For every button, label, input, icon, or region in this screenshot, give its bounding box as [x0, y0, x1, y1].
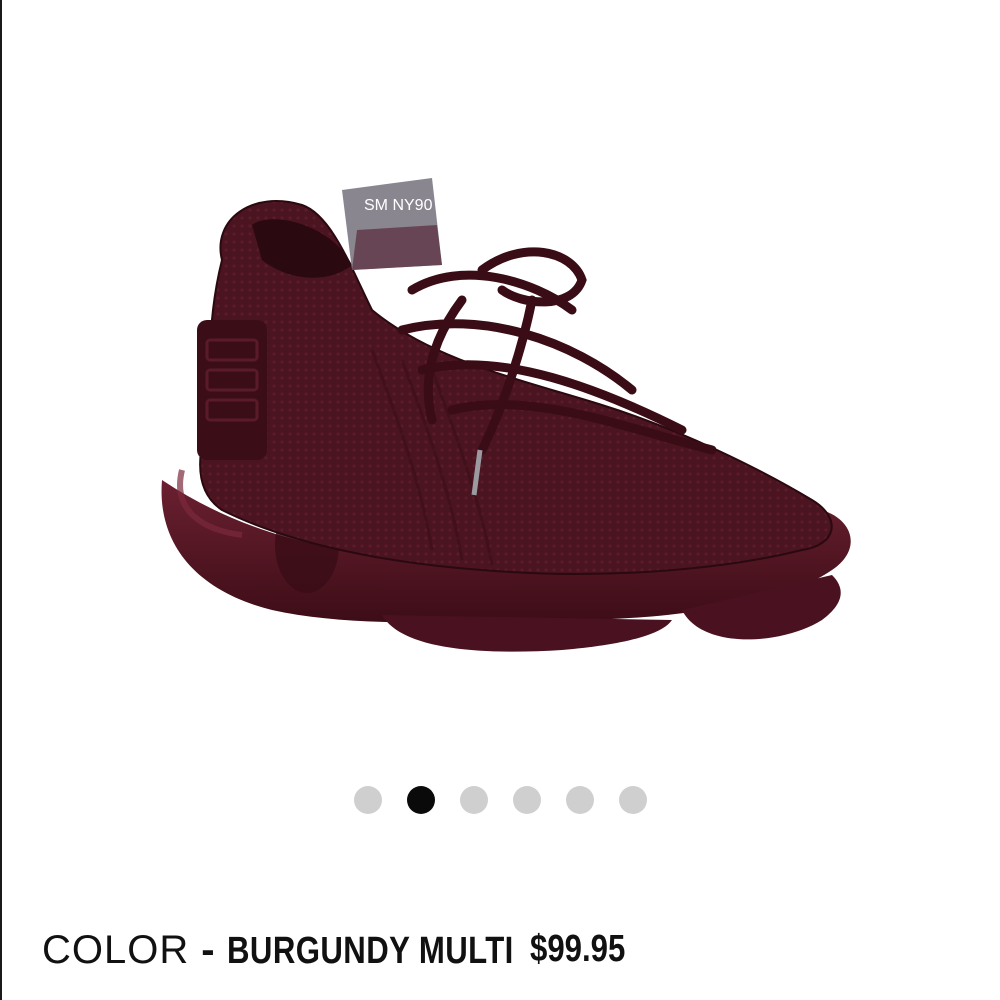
- carousel-dot[interactable]: [460, 786, 488, 814]
- color-info: COLOR - BURGUNDY MULTI: [42, 928, 576, 973]
- heel-tab-text: SM NY90: [364, 197, 433, 214]
- carousel-dot-active[interactable]: [407, 786, 435, 814]
- carousel-dots: [354, 786, 647, 814]
- heel-tab: SM NY90: [342, 178, 442, 270]
- color-separator: -: [201, 928, 215, 972]
- carousel-dot[interactable]: [354, 786, 382, 814]
- carousel-dot[interactable]: [513, 786, 541, 814]
- carousel-dot[interactable]: [566, 786, 594, 814]
- color-value: BURGUNDY MULTI: [226, 930, 514, 972]
- carousel-dot[interactable]: [619, 786, 647, 814]
- product-image[interactable]: SM NY90: [102, 150, 902, 710]
- price: $99.95: [530, 928, 626, 970]
- color-label: COLOR: [42, 928, 190, 972]
- product-page: SM NY90 COLOR - BURGUNDY MULTI $99.95: [0, 0, 1000, 1000]
